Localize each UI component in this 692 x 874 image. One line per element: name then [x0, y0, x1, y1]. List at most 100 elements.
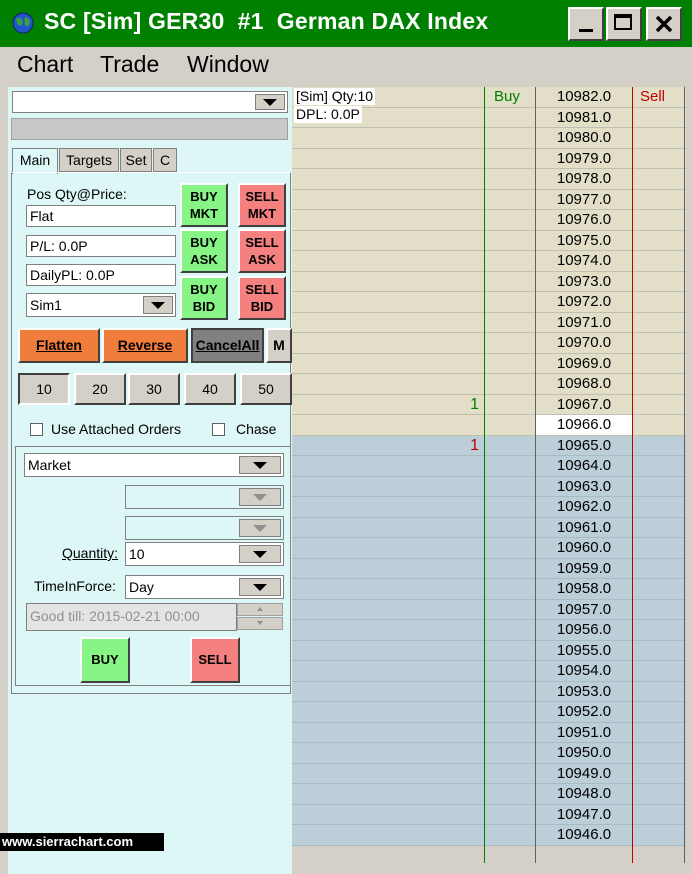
maximize-icon [614, 14, 632, 30]
reverse-button[interactable]: Reverse [102, 328, 188, 363]
tab-c[interactable]: C [153, 148, 177, 172]
ladder-row[interactable]: 10975.0 [292, 230, 686, 251]
tab-set[interactable]: Set [120, 148, 152, 172]
ladder-row[interactable]: 10959.0 [292, 558, 686, 579]
ladder-row[interactable]: 10965.0 1 [292, 435, 686, 456]
ladder-row[interactable]: 10966.0 [292, 415, 686, 436]
title-bar[interactable]: SC [Sim] GER30 #1 German DAX Index [0, 0, 692, 47]
ladder-row[interactable]: 10962.0 [292, 497, 686, 518]
ladder-row[interactable]: 10961.0 [292, 517, 686, 538]
ladder-row[interactable]: 10950.0 [292, 743, 686, 764]
ladder-row[interactable]: 10947.0 [292, 804, 686, 825]
spin-up-icon [257, 607, 263, 611]
price1-select [125, 485, 284, 509]
use-attached-orders-checkbox[interactable] [30, 423, 43, 436]
sell-button[interactable]: SELL [190, 637, 240, 683]
time-in-force-value: Day [129, 579, 154, 595]
quantity-dropdown[interactable] [239, 545, 281, 563]
time-in-force-dropdown[interactable] [239, 578, 281, 596]
ladder-row[interactable]: 10968.0 [292, 374, 686, 395]
ladder-row[interactable]: 10974.0 [292, 251, 686, 272]
time-in-force-select[interactable]: Day [125, 575, 284, 599]
order-type-select[interactable]: Market [24, 453, 284, 477]
chase-checkbox[interactable] [212, 423, 225, 436]
symbol-combo-dropdown[interactable] [255, 94, 285, 110]
qty-button-50[interactable]: 50 [240, 373, 292, 405]
ladder-row[interactable]: 10952.0 [292, 702, 686, 723]
buy-button[interactable]: BUY [80, 637, 130, 683]
qty-button-10[interactable]: 10 [18, 373, 70, 405]
ladder-row[interactable]: 10964.0 [292, 456, 686, 477]
ladder-row[interactable]: 10976.0 [292, 210, 686, 231]
sell-market-button[interactable]: SELL MKT [238, 183, 286, 227]
ladder-row[interactable]: 10967.0 1 [292, 394, 686, 415]
flatten-button[interactable]: Flatten [18, 328, 100, 363]
ladder-row[interactable]: 10957.0 [292, 599, 686, 620]
tab-targets[interactable]: Targets [59, 148, 119, 172]
menu-chart[interactable]: Chart [17, 51, 73, 78]
ladder-row[interactable]: 10949.0 [292, 763, 686, 784]
quantity-select[interactable]: 10 [125, 542, 284, 566]
ladder-row[interactable]: 10970.0 [292, 333, 686, 354]
sell-market-label-line2: MKT [247, 206, 277, 221]
ladder-row[interactable]: 10980.0 [292, 128, 686, 149]
ladder-row[interactable]: 10956.0 [292, 620, 686, 641]
buy-market-label-line1: BUY [190, 189, 218, 204]
ladder-row[interactable]: 10963.0 [292, 476, 686, 497]
m-button[interactable]: M [266, 328, 292, 363]
good-till-spin-up [237, 603, 283, 616]
ladder-row[interactable]: 10977.0 [292, 189, 686, 210]
buy-bid-label-line1: BUY [190, 282, 218, 297]
ladder-row[interactable]: 10951.0 [292, 722, 686, 743]
ladder-row[interactable]: 10978.0 [292, 169, 686, 190]
close-button[interactable] [646, 7, 682, 41]
ladder-row[interactable]: 10960.0 [292, 538, 686, 559]
ladder-row[interactable]: 10955.0 [292, 640, 686, 661]
qty-button-20[interactable]: 20 [74, 373, 126, 405]
ladder-row[interactable]: 10972.0 [292, 292, 686, 313]
symbol-combo[interactable] [12, 91, 288, 113]
ladder-row[interactable]: 10958.0 [292, 579, 686, 600]
order-type-dropdown[interactable] [239, 456, 281, 474]
menu-trade[interactable]: Trade [100, 51, 159, 78]
price-cell: 10952.0 [556, 703, 612, 720]
buy-quantity-cell[interactable]: 1 [442, 436, 479, 456]
menu-window[interactable]: Window [187, 51, 269, 78]
price-cell: 10968.0 [556, 375, 612, 392]
sell-bid-label-line2: BID [250, 299, 274, 314]
ladder-row[interactable]: 10946.0 [292, 825, 686, 846]
tab-main[interactable]: Main [12, 148, 58, 174]
pos-qty-label: Pos Qty@Price: [27, 186, 127, 202]
qty-button-30[interactable]: 30 [128, 373, 180, 405]
account-dropdown[interactable] [143, 296, 173, 314]
price-cell: 10951.0 [556, 723, 612, 741]
price-ladder[interactable]: 10982.0 10981.0 10980.0 10979.0 10978.0 10977… [292, 87, 692, 874]
ladder-row[interactable]: 10954.0 [292, 661, 686, 682]
chevron-down-icon [253, 494, 267, 501]
buy-market-label-line2: MKT [189, 206, 219, 221]
cancel-all-button[interactable]: CancelAll [191, 328, 264, 363]
account-select[interactable]: Sim1 [26, 293, 176, 317]
maximize-button[interactable] [606, 7, 642, 41]
qty-button-40[interactable]: 40 [184, 373, 236, 405]
last-price-cell: 10966.0 [536, 415, 632, 435]
ladder-row[interactable]: 10953.0 [292, 681, 686, 702]
price-cell: 10965.0 [556, 436, 612, 454]
price-column-left-divider [535, 87, 536, 863]
buy-market-button[interactable]: BUY MKT [180, 183, 228, 227]
buy-ask-button[interactable]: BUY ASK [180, 229, 228, 273]
buy-ask-label-line2: ASK [190, 252, 218, 267]
time-in-force-label: TimeInForce: [34, 578, 116, 594]
buy-bid-button[interactable]: BUY BID [180, 276, 228, 320]
minimize-button[interactable] [568, 7, 604, 41]
sell-ask-button[interactable]: SELL ASK [238, 229, 286, 273]
sell-bid-button[interactable]: SELL BID [238, 276, 286, 320]
buy-column-header: Buy [494, 88, 520, 105]
ladder-row[interactable]: 10969.0 [292, 353, 686, 374]
sell-ask-label-line1: SELL [245, 235, 279, 250]
buy-quantity-cell[interactable]: 1 [442, 395, 479, 415]
ladder-row[interactable]: 10973.0 [292, 271, 686, 292]
ladder-row[interactable]: 10979.0 [292, 148, 686, 169]
ladder-row[interactable]: 10948.0 [292, 784, 686, 805]
ladder-row[interactable]: 10971.0 [292, 312, 686, 333]
